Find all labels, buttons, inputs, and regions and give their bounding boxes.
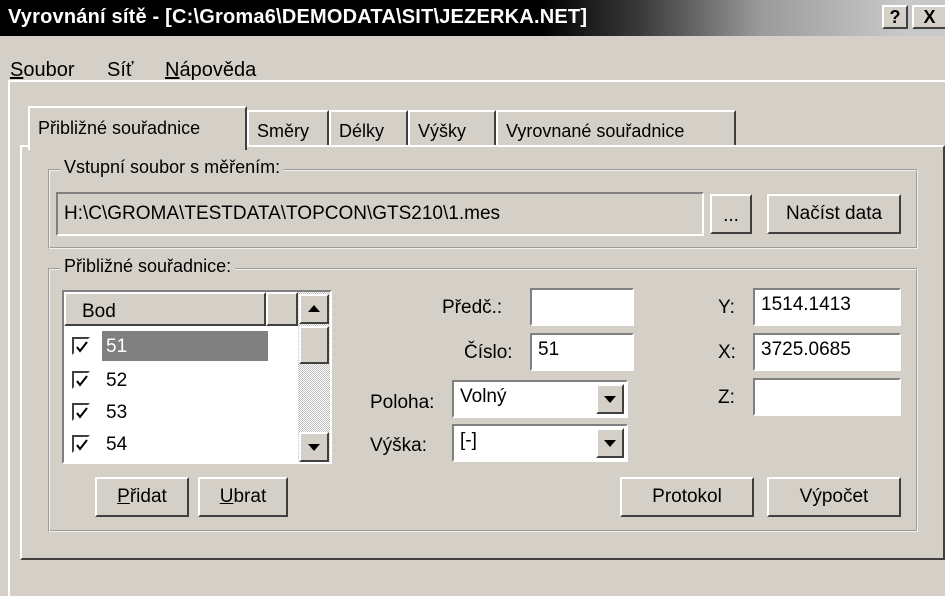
point-id: 54 (106, 434, 128, 455)
window-title: Vyrovnání sítě - [C:\Groma6\DEMODATA\SIT… (8, 6, 588, 28)
y-value: 1514.1413 (761, 294, 851, 315)
poloha-dropdown-button[interactable] (596, 384, 624, 414)
tab-priblizne-souradnice[interactable]: Přibližné souřadnice (28, 106, 247, 150)
poloha-label: Poloha: (370, 392, 435, 413)
chevron-down-icon (604, 440, 616, 447)
point-id: 53 (106, 402, 128, 423)
point-list[interactable]: Bod 51 52 53 54 (62, 290, 332, 464)
predc-label: Předč.: (442, 297, 503, 318)
x-label: X: (718, 342, 736, 363)
arrow-down-icon (308, 444, 320, 451)
browse-button[interactable]: ... (710, 194, 752, 234)
list-header-bod[interactable]: Bod (64, 292, 266, 326)
approx-coords-group-label: Přibližné souřadnice: (60, 256, 236, 277)
point-id: 52 (106, 370, 128, 391)
menu-bar: Soubor Síť Nápověda (0, 36, 945, 82)
vyska-value: [-] (460, 430, 477, 451)
close-button[interactable]: X (912, 5, 945, 29)
tab-smery[interactable]: Směry (247, 110, 329, 148)
list-item[interactable]: 53 (66, 396, 294, 428)
cislo-value: 51 (538, 339, 560, 360)
z-input[interactable] (753, 378, 901, 416)
x-value: 3725.0685 (761, 339, 851, 360)
scroll-thumb[interactable] (299, 326, 329, 364)
z-label: Z: (718, 387, 735, 408)
predc-input[interactable] (530, 288, 634, 326)
cislo-input[interactable]: 51 (530, 333, 634, 371)
checkmark-icon (76, 341, 88, 353)
file-path-value: H:\C\GROMA\TESTDATA\TOPCON\GTS210\1.mes (64, 203, 501, 224)
vyska-dropdown-button[interactable] (596, 428, 624, 458)
scrollbar[interactable] (298, 292, 330, 462)
arrow-up-icon (308, 305, 320, 312)
chevron-down-icon (604, 396, 616, 403)
menu-napoveda-rest: ápověda (179, 59, 257, 81)
remove-point-button[interactable]: Ubrat (198, 477, 288, 517)
scroll-up-button[interactable] (299, 294, 329, 324)
menu-sit[interactable]: Síť (107, 59, 133, 82)
y-label: Y: (718, 297, 735, 318)
point-id: 51 (106, 336, 128, 357)
checkbox-52[interactable] (72, 371, 90, 389)
list-item[interactable]: 52 (66, 364, 294, 396)
remove-point-label-rest: brat (233, 486, 267, 507)
load-data-button[interactable]: Načíst data (767, 194, 901, 234)
checkmark-icon (76, 439, 88, 451)
menu-soubor[interactable]: Soubor (10, 59, 75, 82)
tab-delky[interactable]: Délky (329, 110, 408, 148)
title-bar: Vyrovnání sítě - [C:\Groma6\DEMODATA\SIT… (0, 0, 945, 36)
list-header-label: Bod (82, 301, 116, 322)
vyska-label: Výška: (370, 435, 428, 456)
list-header-extra (266, 292, 298, 326)
y-input[interactable]: 1514.1413 (753, 288, 901, 326)
list-header-bar: Bod (64, 292, 298, 326)
menu-soubor-rest: oubor (23, 59, 75, 81)
checkbox-54[interactable] (72, 435, 90, 453)
menu-napoveda[interactable]: Nápověda (165, 59, 256, 82)
add-point-label-rest: řidat (129, 486, 167, 507)
compute-button[interactable]: Výpočet (767, 477, 901, 517)
checkmark-icon (76, 375, 88, 387)
cislo-label: Číslo: (464, 342, 513, 363)
list-item[interactable]: 51 (66, 330, 294, 362)
poloha-value: Volný (460, 386, 507, 407)
poloha-select[interactable]: Volný (452, 380, 628, 418)
tab-vysky[interactable]: Výšky (408, 110, 496, 148)
input-file-group-label: Vstupní soubor s měřením: (60, 157, 285, 178)
checkbox-51[interactable] (72, 337, 90, 355)
x-input[interactable]: 3725.0685 (753, 333, 901, 371)
list-item[interactable]: 54 (66, 428, 294, 460)
checkbox-53[interactable] (72, 403, 90, 421)
add-point-button[interactable]: Přidat (95, 477, 189, 517)
tab-vyrovnane-souradnice[interactable]: Vyrovnané souřadnice (496, 110, 736, 148)
checkmark-icon (76, 407, 88, 419)
protocol-button[interactable]: Protokol (620, 477, 754, 517)
help-button[interactable]: ? (882, 5, 908, 29)
vyska-select[interactable]: [-] (452, 424, 628, 462)
file-path-field[interactable]: H:\C\GROMA\TESTDATA\TOPCON\GTS210\1.mes (56, 192, 704, 236)
scroll-down-button[interactable] (299, 432, 329, 462)
